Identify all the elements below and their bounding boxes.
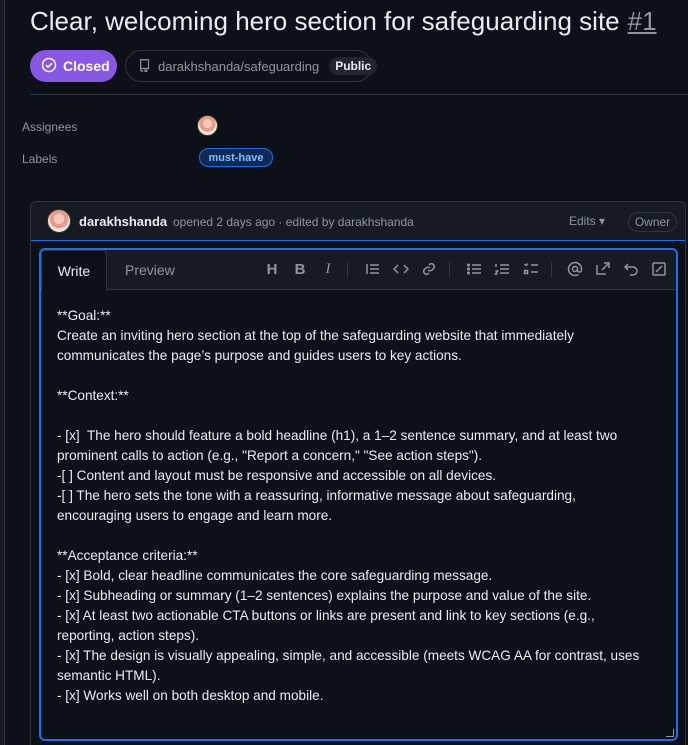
cross-reference-icon[interactable] — [594, 260, 612, 278]
textarea-line: -[ ] Content and layout must be responsi… — [57, 468, 497, 483]
comment-meta: opened 2 days ago · edited by darakhshan… — [173, 215, 414, 229]
textarea-line: **Goal:** — [57, 308, 111, 323]
issue-number-link[interactable]: #1 — [628, 6, 657, 36]
toolbar-separator — [449, 262, 450, 278]
textarea-line: -[ ] The hero sets the tone with a reass… — [57, 488, 576, 503]
italic-icon[interactable]: I — [319, 260, 337, 278]
author-avatar[interactable] — [47, 209, 71, 233]
issue-title: Clear, welcoming hero section for safegu… — [30, 6, 657, 37]
textarea-line: Create an inviting hero section at the t… — [57, 328, 574, 343]
comment-textarea[interactable]: **Goal:** Create an inviting hero section… — [57, 306, 657, 706]
textarea-line — [57, 526, 657, 546]
textarea-line: reporting, action steps). — [57, 628, 200, 643]
textarea-line: semantic HTML). — [57, 668, 161, 683]
author-name[interactable]: darakhshanda — [79, 214, 167, 229]
unordered-list-icon[interactable] — [465, 260, 483, 278]
comment-editor: Write Preview H B I **Goal:** Create an i… — [39, 248, 678, 741]
textarea-line: - [x] Subheading or summary (1–2 sentenc… — [57, 588, 592, 603]
toolbar-separator — [347, 262, 348, 278]
quote-icon[interactable] — [364, 260, 382, 278]
textarea-line: - [x] The hero should feature a bold hea… — [57, 428, 618, 443]
heading-icon[interactable]: H — [263, 260, 281, 278]
textarea-line: **Context:** — [57, 388, 129, 403]
ordered-list-icon[interactable] — [493, 260, 511, 278]
resize-handle-icon[interactable] — [666, 729, 674, 737]
textarea-line: - [x] Works well on both desktop and mob… — [57, 688, 324, 703]
bold-icon[interactable]: B — [291, 260, 309, 278]
tab-write[interactable]: Write — [41, 250, 107, 291]
header-divider — [30, 94, 688, 95]
assignees-label: Assignees — [22, 120, 78, 134]
visibility-badge: Public — [329, 57, 378, 75]
toolbar-separator — [551, 262, 552, 278]
textarea-line — [57, 406, 657, 426]
left-rail — [0, 0, 5, 745]
textarea-line: - [x] The design is visually appealing, … — [57, 648, 640, 663]
status-badge: Closed — [30, 50, 117, 82]
owner-badge: Owner — [628, 212, 677, 232]
textarea-line: - [x] At least two actionable CTA button… — [57, 608, 595, 623]
textarea-line: - [x] Bold, clear headline communicates … — [57, 568, 493, 583]
textarea-line: **Acceptance criteria:** — [57, 548, 198, 563]
comment-header: darakhshanda opened 2 days ago · edited … — [31, 202, 685, 241]
code-icon[interactable] — [392, 260, 410, 278]
tab-preview[interactable]: Preview — [125, 262, 175, 278]
editor-toolbar: Write Preview H B I — [41, 250, 676, 291]
chevron-down-icon: ▾ — [599, 214, 606, 228]
textarea-line: prominent calls to action (e.g., "Report… — [57, 448, 483, 463]
closed-check-icon — [41, 57, 57, 76]
mention-icon[interactable] — [566, 260, 584, 278]
textarea-line — [57, 366, 657, 386]
edits-dropdown[interactable]: Edits ▾ — [569, 214, 605, 228]
undo-icon[interactable] — [622, 260, 640, 278]
repo-icon — [138, 58, 152, 75]
repo-pill[interactable]: darakhshanda/safeguarding Public — [125, 50, 378, 82]
textarea-line: encouraging users to engage and learn mo… — [57, 508, 333, 523]
assignee-avatar[interactable] — [197, 115, 218, 136]
label-must-have[interactable]: must-have — [199, 148, 273, 167]
comment-box: darakhshanda opened 2 days ago · edited … — [30, 201, 686, 745]
task-list-icon[interactable] — [522, 260, 540, 278]
link-icon[interactable] — [420, 260, 438, 278]
repo-name: darakhshanda/safeguarding — [158, 58, 320, 74]
issue-title-text: Clear, welcoming hero section for safegu… — [30, 6, 620, 36]
textarea-line: communicates the page’s purpose and guid… — [57, 348, 462, 363]
fullscreen-icon[interactable] — [650, 260, 668, 278]
status-label: Closed — [63, 58, 110, 74]
labels-label: Labels — [22, 152, 58, 166]
edits-label: Edits — [569, 214, 596, 228]
